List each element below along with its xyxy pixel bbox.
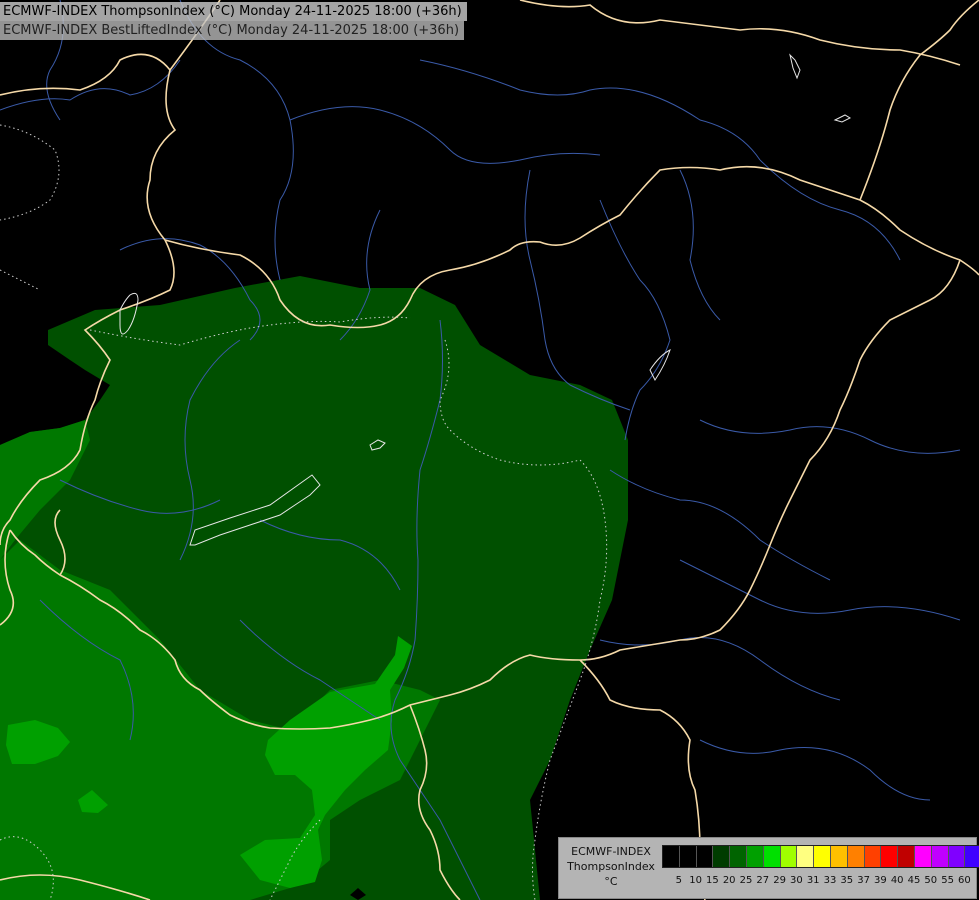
map-title-bestlifted: ECMWF-INDEX BestLiftedIndex (°C) Monday … <box>0 21 465 40</box>
legend-unit: °C <box>604 875 618 888</box>
legend-tick: 37 <box>857 875 870 886</box>
legend-swatch <box>914 846 932 867</box>
legend-tick: 27 <box>756 875 770 886</box>
legend-tick: 31 <box>806 875 820 886</box>
legend-tick: 30 <box>790 875 803 886</box>
legend-swatch <box>931 846 949 867</box>
legend-tick: 45 <box>907 875 921 886</box>
legend-tick-labels: 5 10 15 20 25 27 29 30 31 33 35 37 39 40 45 50 55 60 <box>662 875 972 889</box>
legend-swatch <box>847 846 865 867</box>
legend-tick: 40 <box>890 875 904 886</box>
legend-tick: 35 <box>840 875 854 886</box>
legend-swatch <box>898 846 915 867</box>
forecast-map <box>0 0 979 900</box>
legend-swatch <box>763 846 781 867</box>
legend-swatch <box>864 846 882 867</box>
legend-tick: 25 <box>739 875 753 886</box>
legend-swatch <box>746 846 764 867</box>
legend-tick: 29 <box>773 875 786 886</box>
legend-swatch <box>881 846 899 867</box>
legend-color-bar <box>662 845 979 868</box>
legend-swatch <box>780 846 798 867</box>
legend-tick: 15 <box>706 875 719 886</box>
legend-parameter: ThompsonIndex <box>567 860 655 873</box>
legend-model: ECMWF-INDEX <box>571 845 651 858</box>
legend-swatch <box>830 846 848 867</box>
legend-tick: 55 <box>941 875 954 886</box>
legend-label: ECMWF-INDEX ThompsonIndex °C <box>561 844 661 889</box>
legend-swatch <box>663 846 680 867</box>
legend-swatch <box>797 846 815 867</box>
legend-tick: 50 <box>924 875 938 886</box>
legend-swatch <box>730 846 747 867</box>
legend-tick: 60 <box>958 875 971 886</box>
legend-swatch <box>814 846 831 867</box>
legend-tick: 33 <box>823 875 837 886</box>
legend-swatch <box>679 846 697 867</box>
legend-swatch <box>965 846 979 867</box>
color-legend: ECMWF-INDEX ThompsonIndex °C 5 10 15 20 25 27… <box>558 837 979 899</box>
legend-swatch <box>948 846 966 867</box>
legend-tick: 10 <box>689 875 702 886</box>
legend-swatch <box>696 846 714 867</box>
legend-tick: 20 <box>722 875 736 886</box>
legend-swatch <box>713 846 731 867</box>
legend-tick: 5 <box>675 875 682 886</box>
legend-tick: 39 <box>874 875 887 886</box>
map-title-thompson: ECMWF-INDEX ThompsonIndex (°C) Monday 24… <box>0 2 467 21</box>
